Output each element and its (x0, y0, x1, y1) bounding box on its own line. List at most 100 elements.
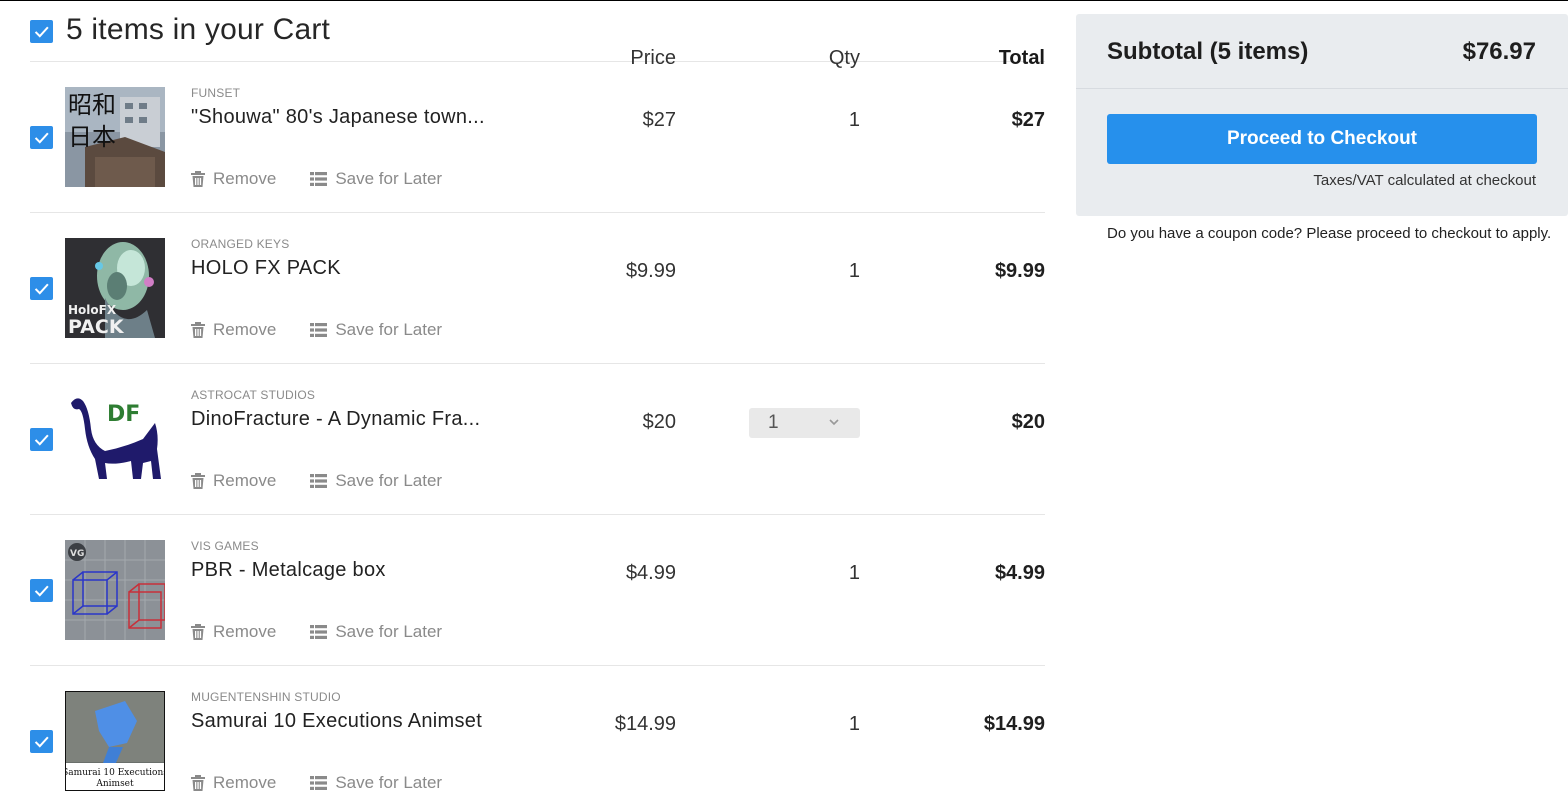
check-icon (34, 585, 49, 597)
order-summary-panel: Subtotal (5 items) $76.97 Proceed to Che… (1076, 14, 1568, 216)
item-name[interactable]: "Shouwa" 80's Japanese town... (191, 106, 485, 129)
thumb-caption: PACK (68, 316, 125, 338)
item-actions: Remove Save for Later (191, 773, 476, 793)
check-icon (34, 26, 49, 38)
trash-icon (191, 624, 205, 640)
item-publisher[interactable]: ASTROCAT STUDIOS (191, 388, 315, 402)
remove-button[interactable]: Remove (191, 773, 276, 793)
save-for-later-button[interactable]: Save for Later (310, 169, 442, 189)
item-checkbox[interactable] (30, 579, 53, 602)
subtotal-label: Subtotal (5 items) (1107, 38, 1309, 65)
item-qty: 1 (848, 109, 860, 131)
item-thumbnail-image: HoloFX PACK (65, 238, 165, 338)
item-publisher[interactable]: MUGENTENSHIN STUDIO (191, 690, 341, 704)
item-total: $27 (1011, 109, 1045, 131)
item-name[interactable]: PBR - Metalcage box (191, 559, 386, 582)
coupon-note: Do you have a coupon code? Please procee… (1107, 225, 1552, 242)
item-thumbnail[interactable]: 昭和 日本 (65, 87, 165, 187)
item-price: $20 (642, 411, 676, 433)
trash-icon (191, 473, 205, 489)
item-thumbnail[interactable]: Samurai 10 Executions Animset (65, 691, 165, 791)
item-publisher[interactable]: FUNSET (191, 86, 240, 100)
item-price: $4.99 (625, 562, 676, 584)
item-name[interactable]: Samurai 10 Executions Animset (191, 710, 482, 733)
item-thumbnail-image: Samurai 10 Executions Animset (65, 691, 165, 791)
list-icon (310, 323, 328, 337)
cart-item: 昭和 日本 FUNSET "Shouwa" 80's Japanese town… (30, 62, 1045, 213)
remove-button[interactable]: Remove (191, 622, 276, 642)
item-price: $9.99 (625, 260, 676, 282)
tax-note: Taxes/VAT calculated at checkout (1313, 172, 1536, 189)
item-total: $4.99 (994, 562, 1045, 584)
item-actions: Remove Save for Later (191, 320, 476, 340)
thumb-caption: 昭和 (68, 91, 116, 119)
item-publisher[interactable]: VIS GAMES (191, 539, 259, 553)
item-actions: Remove Save for Later (191, 622, 476, 642)
cart-header: 5 items in your Cart Price Qty Total (30, 0, 1045, 69)
list-icon (310, 625, 328, 639)
remove-label: Remove (213, 320, 277, 339)
thumb-caption: DF (107, 402, 140, 427)
remove-label: Remove (213, 622, 277, 641)
list-icon (310, 474, 328, 488)
item-thumbnail[interactable]: VG (65, 540, 165, 640)
save-for-later-label: Save for Later (335, 773, 443, 792)
item-thumbnail[interactable]: DF (65, 389, 165, 489)
trash-icon (191, 322, 205, 338)
cart-title: 5 items in your Cart (66, 13, 331, 46)
item-qty: 1 (848, 562, 860, 584)
select-all-checkbox[interactable] (30, 20, 53, 43)
item-thumbnail[interactable]: HoloFX PACK (65, 238, 165, 338)
item-qty: 1 (848, 713, 860, 735)
remove-button[interactable]: Remove (191, 169, 276, 189)
item-checkbox[interactable] (30, 126, 53, 149)
check-icon (34, 283, 49, 295)
qty-dropdown-value: 1 (768, 412, 779, 433)
save-for-later-button[interactable]: Save for Later (310, 622, 442, 642)
item-thumbnail-image: DF (65, 389, 165, 489)
remove-label: Remove (213, 169, 277, 188)
remove-button[interactable]: Remove (191, 320, 276, 340)
item-total: $9.99 (994, 260, 1045, 282)
thumb-caption: HoloFX (68, 303, 117, 317)
save-for-later-button[interactable]: Save for Later (310, 320, 442, 340)
item-thumbnail-image: VG (65, 540, 165, 640)
item-thumbnail-image: 昭和 日本 (65, 87, 165, 187)
item-total: $20 (1011, 411, 1045, 433)
save-for-later-label: Save for Later (335, 169, 443, 188)
cart-item: HoloFX PACK ORANGED KEYS HOLO FX PACK Re… (30, 213, 1045, 364)
save-for-later-label: Save for Later (335, 471, 443, 490)
item-actions: Remove Save for Later (191, 471, 476, 491)
item-checkbox[interactable] (30, 428, 53, 451)
item-checkbox[interactable] (30, 277, 53, 300)
save-for-later-label: Save for Later (335, 622, 443, 641)
chevron-down-icon (829, 419, 839, 426)
item-checkbox[interactable] (30, 730, 53, 753)
cart-list: 5 items in your Cart Price Qty Total 昭和 … (30, 0, 1045, 806)
qty-dropdown[interactable]: 1 (749, 408, 860, 438)
remove-button[interactable]: Remove (191, 471, 276, 491)
trash-icon (191, 171, 205, 187)
cart-item: Samurai 10 Executions Animset MUGENTENSH… (30, 666, 1045, 806)
save-for-later-button[interactable]: Save for Later (310, 773, 442, 793)
item-price: $14.99 (614, 713, 676, 735)
proceed-to-checkout-button[interactable]: Proceed to Checkout (1107, 114, 1537, 164)
item-price: $27 (642, 109, 676, 131)
item-name[interactable]: DinoFracture - A Dynamic Fra... (191, 408, 480, 431)
remove-label: Remove (213, 773, 277, 792)
subtotal-value: $76.97 (1462, 38, 1536, 65)
thumb-caption: Samurai 10 Executions (65, 768, 165, 778)
check-icon (34, 736, 49, 748)
item-name[interactable]: HOLO FX PACK (191, 257, 341, 280)
item-publisher[interactable]: ORANGED KEYS (191, 237, 289, 251)
save-for-later-button[interactable]: Save for Later (310, 471, 442, 491)
check-icon (34, 434, 49, 446)
thumb-caption: 日本 (68, 123, 116, 151)
cart-item: VG VIS GAMES PBR - Metalcage box Remove … (30, 515, 1045, 666)
subtotal-row: Subtotal (5 items) $76.97 (1076, 14, 1568, 89)
trash-icon (191, 775, 205, 791)
check-icon (34, 132, 49, 144)
list-icon (310, 172, 328, 186)
cart-item: DF ASTROCAT STUDIOS DinoFracture - A Dyn… (30, 364, 1045, 515)
item-total: $14.99 (983, 713, 1045, 735)
